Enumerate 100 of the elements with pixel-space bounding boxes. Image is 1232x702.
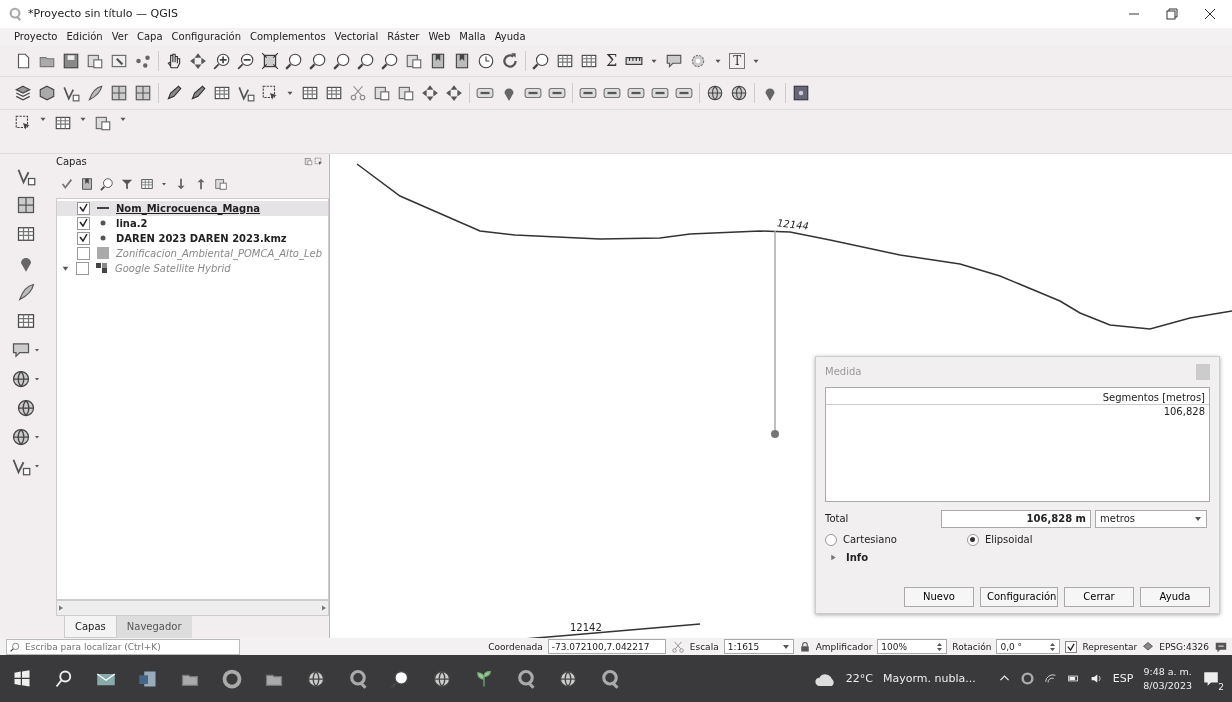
layer-row[interactable]: DAREN 2023 DAREN 2023.kmz: [57, 230, 328, 246]
layer-checkbox[interactable]: [77, 216, 90, 230]
layer-checkbox[interactable]: [76, 261, 89, 275]
help-icon[interactable]: [792, 83, 810, 102]
save-icon[interactable]: [62, 51, 80, 70]
rotation-field[interactable]: 0,0 °: [996, 639, 1061, 655]
magnifier-icon[interactable]: [309, 51, 327, 70]
menu-item[interactable]: Edición: [66, 31, 103, 43]
ring-icon[interactable]: [222, 668, 242, 689]
globe-icon[interactable]: [432, 668, 452, 689]
restore-icon[interactable]: [1166, 7, 1178, 20]
pages-icon[interactable]: [214, 176, 228, 191]
unit-dropdown[interactable]: metros: [1095, 509, 1207, 528]
cube-icon[interactable]: [38, 83, 56, 102]
globe-icon[interactable]: [11, 426, 31, 447]
pencil-icon[interactable]: [189, 83, 207, 102]
magnifier-icon[interactable]: [100, 176, 114, 191]
dialog-button[interactable]: Ayuda: [1140, 586, 1210, 607]
layer-checkbox[interactable]: [77, 231, 90, 245]
magnifier-icon[interactable]: [333, 51, 351, 70]
text-tool-button[interactable]: T: [729, 52, 746, 69]
clock-time[interactable]: 9:48 a. m.: [1143, 664, 1192, 679]
magnifier-icon[interactable]: [532, 51, 550, 70]
spin-arrows-icon[interactable]: [1049, 641, 1057, 652]
pencil-icon[interactable]: [165, 83, 183, 102]
magnifier-icon[interactable]: [285, 51, 303, 70]
globe-icon[interactable]: [730, 83, 748, 102]
ring-app-icon[interactable]: [600, 668, 620, 689]
language-indicator[interactable]: ESP: [1112, 672, 1134, 686]
crs-icon[interactable]: [1142, 640, 1155, 653]
globe-icon[interactable]: [16, 397, 36, 418]
sum-button[interactable]: Σ: [604, 51, 620, 71]
menu-item[interactable]: Capa: [137, 31, 163, 43]
ring-app-icon[interactable]: [516, 668, 536, 689]
search-field[interactable]: Escriba para localizar (Ctrl+K): [6, 638, 240, 655]
globe-icon[interactable]: [11, 368, 31, 389]
menu-item[interactable]: Ver: [111, 31, 128, 43]
menu-item[interactable]: Configuración: [171, 31, 241, 43]
wifi-icon[interactable]: [1043, 672, 1057, 686]
dialog-button[interactable]: Configuración: [980, 586, 1058, 607]
zoom-out-icon[interactable]: [237, 51, 255, 70]
menu-item[interactable]: Complementos: [250, 31, 326, 43]
magnifier-field[interactable]: 100%: [877, 639, 948, 655]
menu-item[interactable]: Vectorial: [334, 31, 379, 43]
menu-item[interactable]: Ráster: [387, 31, 420, 43]
select-icon[interactable]: [14, 113, 32, 132]
dialog-button[interactable]: Nuevo: [904, 586, 974, 607]
zoom-in-icon[interactable]: [213, 51, 231, 70]
grid-icon[interactable]: [110, 83, 128, 102]
dialog-button[interactable]: Cerrar: [1064, 586, 1134, 607]
zoom-extent-icon[interactable]: [261, 51, 279, 70]
layer-row[interactable]: Nom_Microcuenca_Magna: [57, 200, 328, 216]
notifications-icon[interactable]: [1202, 669, 1220, 688]
layer-checkbox[interactable]: [77, 201, 90, 215]
layer-row[interactable]: lina.2: [57, 215, 328, 231]
windows-logo-icon[interactable]: [12, 668, 32, 689]
layer-row[interactable]: Zonificacion_Ambiental_POMCA_Alto_Leb: [57, 245, 328, 261]
magnifier-icon[interactable]: [381, 51, 399, 70]
layers-icon[interactable]: [14, 83, 32, 102]
coordinate-field[interactable]: -73.072100,7.042217: [547, 639, 666, 655]
pan-arrows-icon[interactable]: [421, 83, 439, 102]
scale-field[interactable]: 1:1615: [723, 639, 794, 655]
plant-icon[interactable]: [474, 668, 494, 689]
select-icon[interactable]: [261, 83, 279, 102]
magnifier-icon[interactable]: [390, 668, 410, 689]
clock-icon[interactable]: [477, 51, 495, 70]
layer-row[interactable]: Google Satellite Hybrid: [57, 260, 328, 276]
search-icon[interactable]: [54, 668, 74, 689]
globe-icon[interactable]: [558, 668, 578, 689]
feather-icon[interactable]: [16, 281, 36, 302]
menu-item[interactable]: Proyecto: [14, 31, 58, 43]
check-icon[interactable]: [60, 176, 74, 191]
refresh-icon[interactable]: [501, 51, 519, 70]
scissors-icon[interactable]: [349, 83, 367, 102]
menu-item[interactable]: Ayuda: [494, 31, 526, 43]
globe-icon[interactable]: [706, 83, 724, 102]
float-panel-icon[interactable]: [304, 157, 313, 167]
ring-icon[interactable]: [1020, 672, 1034, 686]
info-toggle[interactable]: Info: [846, 551, 869, 563]
menu-item[interactable]: Malla: [459, 31, 486, 43]
bookmark-icon[interactable]: [453, 51, 471, 70]
bookmark-icon[interactable]: [429, 51, 447, 70]
layer-checkbox[interactable]: [77, 246, 90, 260]
panel-tab[interactable]: Capas: [64, 615, 117, 638]
grid-icon[interactable]: [134, 83, 152, 102]
clock-date[interactable]: 8/03/2023: [1143, 678, 1192, 693]
globe-icon[interactable]: [306, 668, 326, 689]
spin-arrows-icon[interactable]: [936, 641, 944, 652]
table-icon[interactable]: [140, 176, 154, 191]
ring-app-icon[interactable]: [348, 668, 368, 689]
hand-icon[interactable]: [165, 51, 183, 70]
radio-option[interactable]: Elipsoidal: [966, 533, 1033, 546]
radio-option[interactable]: Cartesiano: [825, 533, 897, 546]
total-field[interactable]: 106,828 m: [941, 509, 1091, 528]
pan-arrows-icon[interactable]: [445, 83, 463, 102]
menu-item[interactable]: Web: [428, 31, 451, 43]
grid-icon[interactable]: [16, 194, 36, 215]
pan-arrows-icon[interactable]: [189, 51, 207, 70]
bookmark-icon[interactable]: [80, 176, 94, 191]
feather-icon[interactable]: [86, 83, 104, 102]
